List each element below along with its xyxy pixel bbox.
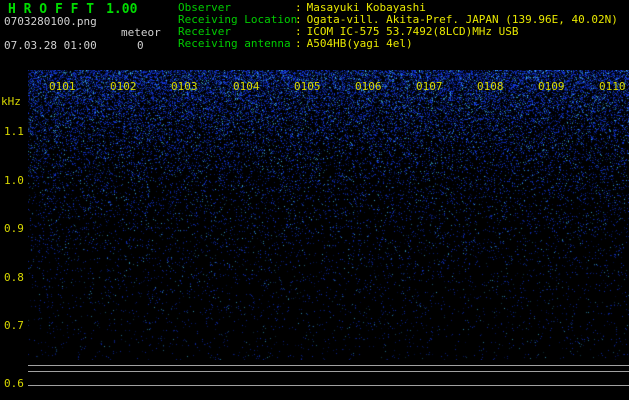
spectrogram-canvas xyxy=(28,70,629,360)
observation-info: Observer: Masayuki Kobayashi Receiving Lo… xyxy=(178,2,618,50)
mode-label: meteor xyxy=(121,26,161,39)
time-label-0109: 0109 xyxy=(538,80,565,93)
output-filename: 0703280100.png xyxy=(4,15,97,28)
freq-label-0-8: 0.8 xyxy=(4,271,24,284)
time-label-0107: 0107 xyxy=(416,80,443,93)
time-label-0104: 0104 xyxy=(233,80,260,93)
app-version: 1.00 xyxy=(106,2,138,17)
info-label: Receiving antenna xyxy=(178,37,291,50)
meteor-count: 0 xyxy=(137,39,144,52)
freq-axis-unit: kHz xyxy=(1,95,21,108)
signal-reference-line xyxy=(28,371,629,372)
freq-label-1-1: 1.1 xyxy=(4,125,24,138)
freq-label-1-0: 1.0 xyxy=(4,174,24,187)
time-label-0103: 0103 xyxy=(171,80,198,93)
observation-datetime: 07.03.28 01:00 xyxy=(4,39,97,52)
info-separator: : xyxy=(295,37,302,50)
time-label-0102: 0102 xyxy=(110,80,137,93)
time-label-0110: 0110 xyxy=(599,80,626,93)
info-row-antenna: Receiving antenna: A504HB(yagi 4el) xyxy=(178,38,618,50)
time-label-0105: 0105 xyxy=(294,80,321,93)
freq-label-0-7: 0.7 xyxy=(4,319,24,332)
signal-baseline-trace xyxy=(28,385,629,386)
time-label-0108: 0108 xyxy=(477,80,504,93)
time-label-0106: 0106 xyxy=(355,80,382,93)
signal-reference-line xyxy=(28,365,629,366)
info-value: A504HB(yagi 4el) xyxy=(306,37,413,50)
time-label-0101: 0101 xyxy=(49,80,76,93)
freq-label-0-9: 0.9 xyxy=(4,222,24,235)
hrofft-window: H R O F F T 1.00 0703280100.png meteor 07… xyxy=(0,0,629,400)
freq-label-0-6: 0.6 xyxy=(4,377,24,390)
